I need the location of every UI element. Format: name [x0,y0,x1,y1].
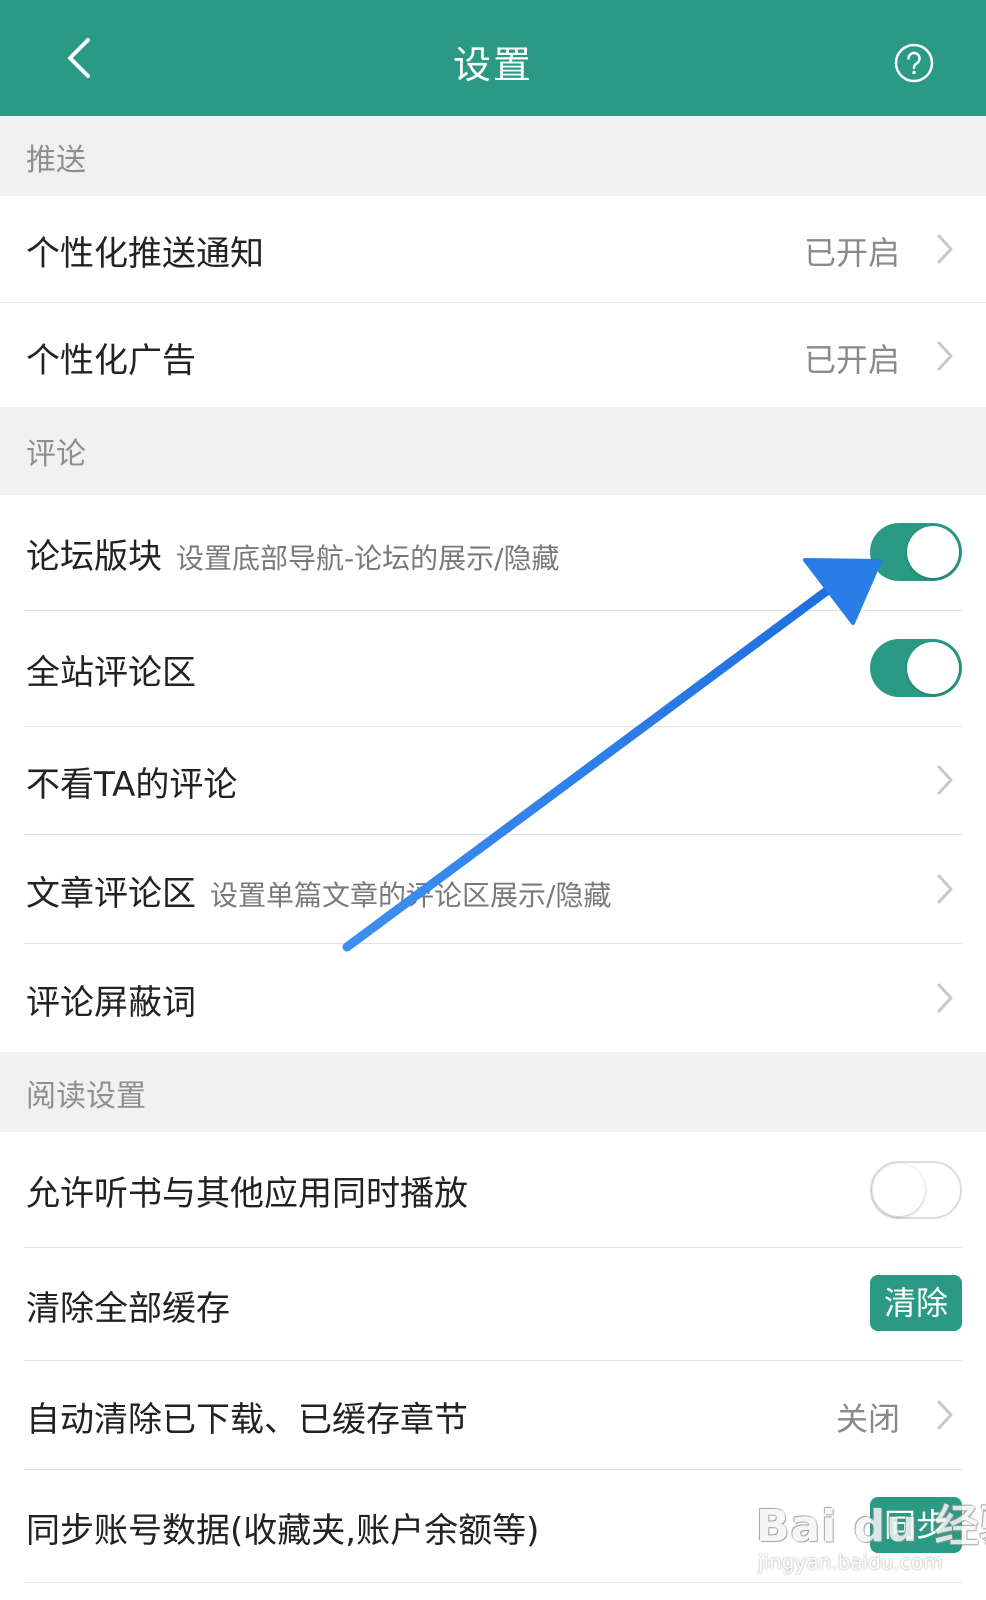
toggle-knob [873,1164,925,1216]
row-personalized-ads[interactable]: 个性化广告 已开启 [0,303,986,407]
baidu-watermark: Bai du 经验 jingyan.baidu.com [756,1490,986,1590]
row-value: 已开启 [803,234,900,272]
row-label-text: 论坛版块 [26,537,162,577]
question-circle-icon[interactable] [893,42,935,84]
row-label: 个性化广告 [26,341,196,381]
row-label: 个性化推送通知 [26,234,264,274]
row-label: 评论屏蔽词 [26,983,196,1023]
section-title-comment: 评论 [26,437,86,472]
row-label: 论坛版块 设置底部导航-论坛的展示/隐藏 [26,529,560,578]
section-header-comment: 评论 [0,407,986,495]
toggle-knob [907,642,959,694]
section-title-reading: 阅读设置 [26,1079,146,1114]
toggle-knob [907,526,959,578]
chevron-right-icon [937,1400,953,1430]
row-article-comments[interactable]: 文章评论区 设置单篇文章的评论区展示/隐藏 [0,835,986,943]
settings-screen: 设置 推送 个性化推送通知 已开启 个性化广告 已开启 评论 论坛版块 设置底部导… [0,0,986,1600]
row-allow-audio-mix: 允许听书与其他应用同时播放 [0,1132,986,1247]
row-personalized-push[interactable]: 个性化推送通知 已开启 [0,196,986,302]
row-value: 关闭 [835,1400,900,1438]
row-label: 自动清除已下载、已缓存章节 [26,1400,468,1440]
chevron-right-icon [937,983,953,1013]
page-title: 设置 [452,43,533,87]
row-site-comments: 全站评论区 [0,611,986,726]
row-value: 已开启 [803,341,900,379]
row-label: 不看TA的评论 [26,765,238,805]
row-label: 文章评论区 设置单篇文章的评论区展示/隐藏 [26,866,611,915]
chevron-right-icon [937,341,953,371]
row-label-text: 文章评论区 [26,874,196,914]
chevron-right-icon [937,874,953,904]
forum-section-toggle[interactable] [870,523,962,581]
section-title-push: 推送 [26,143,86,178]
allow-audio-mix-toggle[interactable] [870,1161,962,1219]
row-comment-block-words[interactable]: 评论屏蔽词 [0,944,986,1052]
row-hide-ta-comments[interactable]: 不看TA的评论 [0,727,986,834]
row-label: 允许听书与其他应用同时播放 [26,1174,468,1214]
site-comments-toggle[interactable] [870,639,962,697]
top-bar: 设置 [0,0,986,116]
row-clear-cache: 清除全部缓存 清除 [0,1248,986,1360]
watermark-brand: Bai du 经验 [756,1501,986,1552]
section-header-reading: 阅读设置 [0,1052,986,1132]
row-forum-section: 论坛版块 设置底部导航-论坛的展示/隐藏 [0,495,986,610]
row-label: 同步账号数据(收藏夹,账户余额等) [26,1511,540,1551]
row-sublabel: 设置单篇文章的评论区展示/隐藏 [210,879,612,912]
row-label: 清除全部缓存 [26,1289,230,1329]
row-label: 全站评论区 [26,653,196,693]
section-header-push: 推送 [0,116,986,196]
chevron-right-icon [937,234,953,264]
row-auto-clear[interactable]: 自动清除已下载、已缓存章节 关闭 [0,1361,986,1469]
row-sublabel: 设置底部导航-论坛的展示/隐藏 [176,542,560,575]
chevron-right-icon [937,765,953,795]
clear-cache-button[interactable]: 清除 [870,1275,962,1331]
watermark-url: jingyan.baidu.com [758,1550,943,1574]
